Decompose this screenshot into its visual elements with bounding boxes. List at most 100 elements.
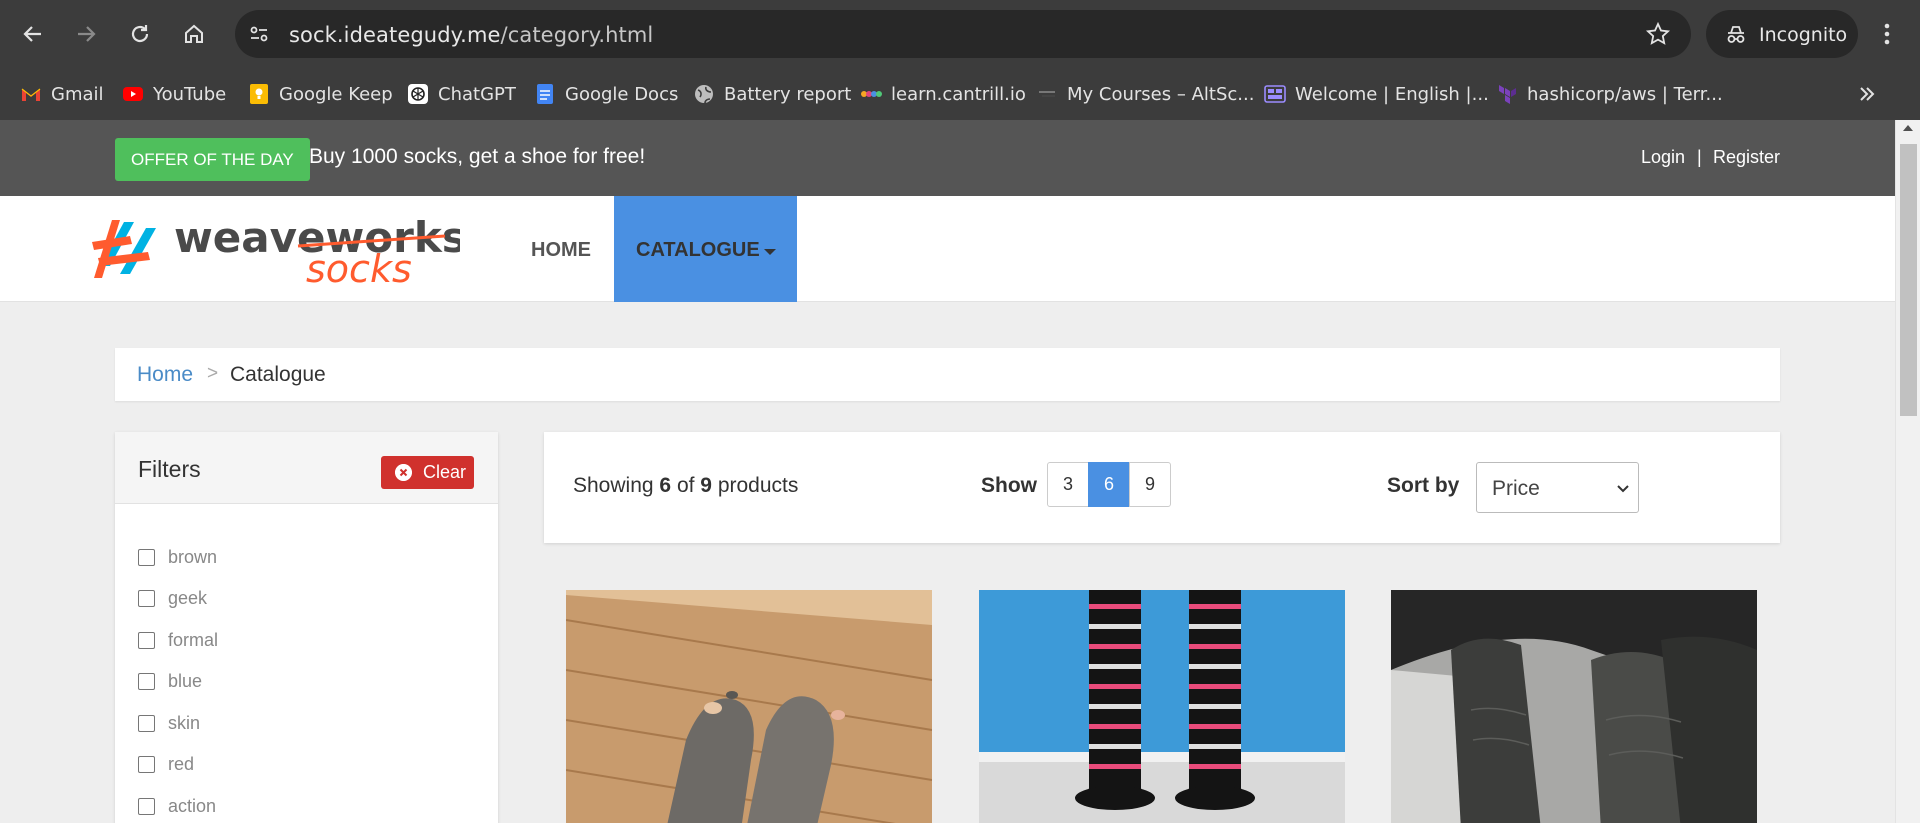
offer-badge[interactable]: OFFER OF THE DAY: [115, 138, 310, 181]
filters-panel: Filters Clear brown geek formal blue ski…: [115, 432, 498, 823]
login-link[interactable]: Login: [1641, 147, 1685, 168]
filters-title: Filters: [138, 456, 201, 482]
bookmark-google-keep[interactable]: Google Keep: [248, 80, 393, 108]
cantrill-icon: [861, 91, 882, 97]
reload-icon: [131, 25, 149, 43]
globe-icon: [695, 85, 713, 104]
scrollbar-thumb[interactable]: [1900, 144, 1917, 416]
filter-option-brown[interactable]: brown: [138, 545, 217, 569]
address-bar[interactable]: sock.ideategudy.me/category.html: [235, 10, 1691, 58]
back-button[interactable]: [17, 18, 49, 50]
scroll-up-arrow-icon[interactable]: [1903, 125, 1913, 131]
caret-down-icon: [764, 249, 776, 255]
url-host: sock.ideategudy.me: [289, 23, 501, 47]
nav-catalogue-dropdown[interactable]: CATALOGUE: [614, 196, 797, 302]
breadcrumb-home-link[interactable]: Home: [137, 363, 193, 387]
reload-button[interactable]: [124, 18, 156, 50]
page-size-9-button[interactable]: 9: [1129, 462, 1171, 507]
bookmark-terraform[interactable]: hashicorp/aws | Terr...: [1496, 80, 1723, 108]
weaveworks-logo-mark: [92, 220, 156, 278]
filter-checkbox[interactable]: [138, 631, 155, 649]
bookmark-cantrill[interactable]: learn.cantrill.io: [860, 80, 1026, 108]
page-size-6-button[interactable]: 6: [1088, 462, 1130, 507]
filter-checkbox[interactable]: [138, 755, 155, 773]
clear-filters-button[interactable]: Clear: [381, 456, 474, 489]
chevron-double-right-icon[interactable]: [1853, 80, 1881, 108]
filter-checkbox[interactable]: [138, 797, 155, 815]
bookmark-battery-report[interactable]: Battery report: [693, 80, 851, 108]
bookmark-label: Google Docs: [565, 83, 679, 105]
offer-bar: OFFER OF THE DAY Buy 1000 socks, get a s…: [0, 120, 1895, 196]
filter-checkbox[interactable]: [138, 548, 155, 566]
product-image-grey-socks[interactable]: [1391, 590, 1757, 823]
page-scrollbar[interactable]: [1895, 120, 1920, 823]
filter-label: red: [168, 753, 195, 774]
showing-prefix: Showing: [573, 474, 654, 497]
filter-option-blue[interactable]: blue: [138, 669, 202, 693]
bookmark-label: YouTube: [153, 83, 227, 105]
welcome-icon: [1264, 85, 1286, 103]
filter-option-geek[interactable]: geek: [138, 586, 207, 610]
web-page: OFFER OF THE DAY Buy 1000 socks, get a s…: [0, 120, 1895, 823]
bookmark-youtube[interactable]: YouTube: [122, 80, 226, 108]
filter-label: geek: [168, 587, 208, 608]
holey-socks-photo: [566, 590, 932, 823]
filter-option-skin[interactable]: skin: [138, 711, 200, 735]
product-image-holey-sock[interactable]: [566, 590, 932, 823]
bookmark-label: Welcome | English |...: [1295, 83, 1489, 105]
youtube-icon: [123, 87, 143, 101]
sort-label: Sort by: [1387, 474, 1460, 497]
filter-option-action[interactable]: action: [138, 794, 216, 818]
url-text: sock.ideategudy.me/category.html: [289, 23, 653, 47]
weaveworks-socks-logo[interactable]: weaveworks socks: [90, 208, 460, 288]
bookmark-gmail[interactable]: Gmail: [20, 80, 104, 108]
showing-count: 6: [659, 474, 672, 497]
bookmark-altschool[interactable]: My Courses – AltSc...: [1036, 80, 1254, 108]
nav-home-link[interactable]: HOME: [531, 239, 591, 262]
striped-socks-photo: [979, 590, 1345, 823]
filter-checkbox[interactable]: [138, 589, 155, 607]
page-size-3-button[interactable]: 3: [1047, 462, 1089, 507]
browser-menu-button[interactable]: [1872, 18, 1902, 50]
sort-selected-value: Price: [1492, 477, 1540, 500]
incognito-indicator[interactable]: Incognito: [1706, 10, 1858, 58]
bookmark-label: learn.cantrill.io: [891, 83, 1026, 105]
filter-label: blue: [168, 670, 203, 691]
filter-checkbox[interactable]: [138, 714, 155, 732]
bookmark-google-docs[interactable]: Google Docs: [534, 80, 678, 108]
page-size-selector: 3 6 9: [1047, 462, 1171, 507]
filter-option-red[interactable]: red: [138, 752, 194, 776]
filter-checkbox[interactable]: [138, 672, 155, 690]
register-link[interactable]: Register: [1713, 147, 1780, 168]
clear-label: Clear: [423, 462, 467, 482]
breadcrumb: Home > Catalogue: [115, 348, 1780, 401]
logo-word-socks: socks: [306, 247, 412, 288]
back-arrow-icon: [23, 26, 41, 42]
chatgpt-icon: [408, 84, 428, 104]
home-icon: [185, 24, 203, 43]
breadcrumb-separator: >: [207, 363, 219, 384]
bookmark-label: hashicorp/aws | Terr...: [1527, 83, 1723, 105]
product-image-striped-socks[interactable]: [979, 590, 1345, 823]
url-path: /category.html: [500, 23, 654, 47]
docs-icon: [537, 84, 553, 104]
home-browser-button[interactable]: [178, 18, 210, 50]
more-vertical-icon: [1884, 23, 1890, 45]
terraform-icon: [1499, 85, 1516, 104]
altschool-icon: [1039, 91, 1055, 97]
sort-select[interactable]: Price: [1476, 462, 1639, 513]
bookmark-welcome-english[interactable]: Welcome | English |...: [1264, 80, 1489, 108]
forward-button[interactable]: [70, 18, 102, 50]
incognito-label: Incognito: [1759, 24, 1848, 46]
filter-option-formal[interactable]: formal: [138, 628, 218, 652]
filter-label: action: [168, 795, 217, 816]
bookmark-star-icon[interactable]: [1645, 21, 1671, 47]
site-info-icon[interactable]: [248, 23, 270, 45]
products-count-text: Showing 6 of 9 products: [573, 474, 798, 498]
bookmark-label: My Courses – AltSc...: [1067, 83, 1255, 105]
bookmark-label: Battery report: [724, 83, 852, 105]
bookmark-chatgpt[interactable]: ChatGPT: [407, 80, 516, 108]
filter-label: formal: [168, 629, 219, 650]
products-toolbar: Showing 6 of 9 products Show 3 6 9 Sort …: [544, 432, 1780, 543]
grey-socks-photo: [1391, 590, 1757, 823]
